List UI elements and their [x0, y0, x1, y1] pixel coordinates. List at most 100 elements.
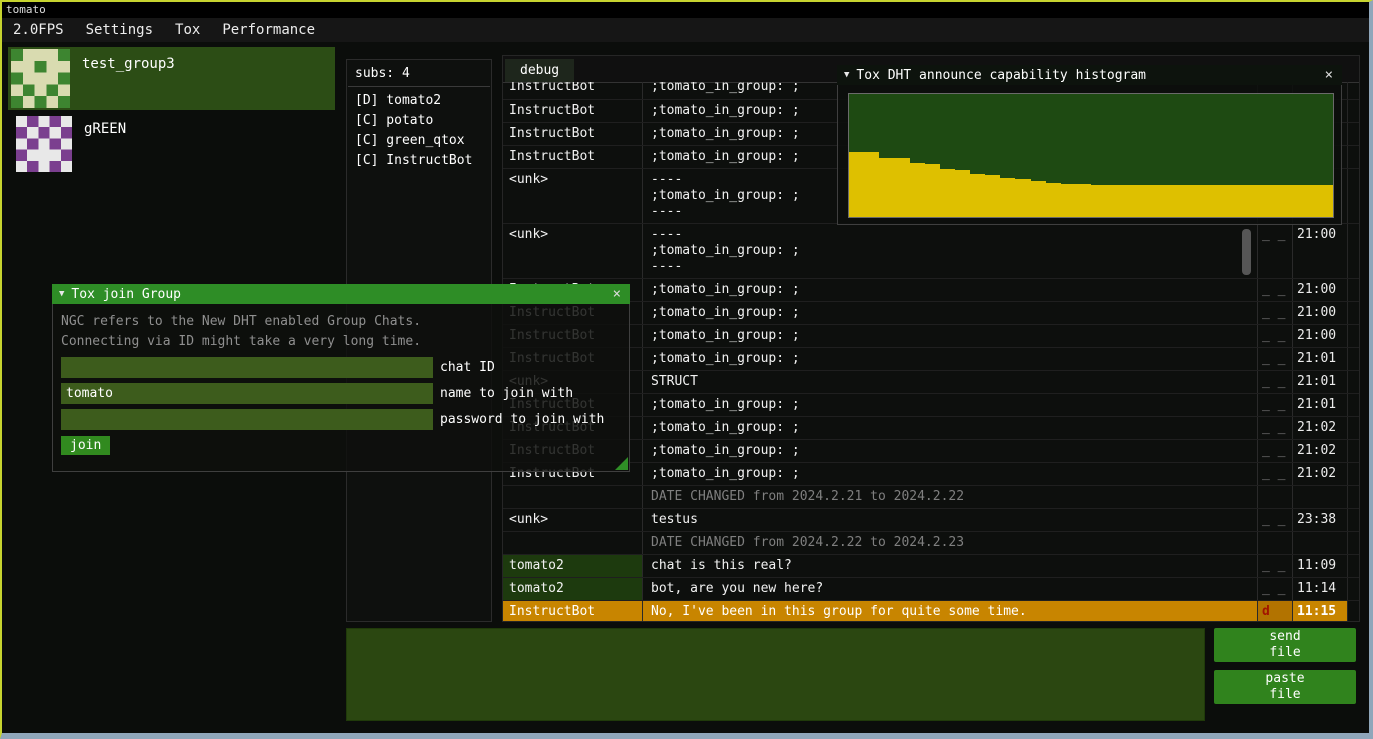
- separator: [348, 86, 490, 87]
- collapse-arrow-icon[interactable]: ▼: [844, 70, 849, 80]
- member-item[interactable]: [C] green_qtox: [347, 131, 491, 151]
- system-message-row[interactable]: DATE CHANGED from 2024.2.22 to 2024.2.23: [503, 532, 1359, 555]
- message-row[interactable]: InstructBotNo, I've been in this group f…: [503, 601, 1359, 621]
- contact-item-green[interactable]: gREEN: [8, 112, 335, 175]
- fps-counter: 2.0FPS: [2, 19, 75, 41]
- message-row[interactable]: InstructBot;tomato_in_group: ;_ _21:02: [503, 463, 1359, 486]
- row-padding: [1347, 532, 1359, 554]
- histogram-bar: [1197, 185, 1212, 217]
- histogram-bar: [1061, 184, 1076, 217]
- resize-grip[interactable]: [615, 457, 628, 470]
- close-icon[interactable]: ×: [611, 286, 623, 302]
- row-padding: [1347, 224, 1359, 278]
- join-group-description: NGC refers to the New DHT enabled Group …: [61, 312, 629, 352]
- message-sender: InstructBot: [503, 123, 643, 145]
- histogram-bar: [1242, 185, 1257, 217]
- histogram-plot: [848, 93, 1334, 218]
- member-item[interactable]: [C] potato: [347, 111, 491, 131]
- member-list: [D] tomato2[C] potato[C] green_qtox[C] I…: [347, 91, 491, 171]
- row-padding: [1347, 463, 1359, 485]
- message-timestamp: 21:01: [1292, 394, 1347, 416]
- message-timestamp: [1292, 532, 1347, 554]
- member-item[interactable]: [C] InstructBot: [347, 151, 491, 171]
- system-message-text: DATE CHANGED from 2024.2.22 to 2024.2.23: [643, 532, 1257, 554]
- message-row[interactable]: InstructBot;tomato_in_group: ;_ _21:00: [503, 302, 1359, 325]
- join-group-window: ▼ Tox join Group × NGC refers to the New…: [52, 284, 630, 472]
- delivery-indicator: _ _: [1257, 325, 1292, 347]
- message-row[interactable]: InstructBot;tomato_in_group: ;_ _21:02: [503, 440, 1359, 463]
- row-padding: [1347, 123, 1359, 145]
- message-timestamp: 21:02: [1292, 417, 1347, 439]
- dht-histogram-window-titlebar[interactable]: ▼ Tox DHT announce capability histogram …: [837, 65, 1342, 85]
- close-icon[interactable]: ×: [1323, 67, 1335, 83]
- collapse-arrow-icon[interactable]: ▼: [59, 289, 64, 299]
- message-row[interactable]: <unk>testus_ _23:38: [503, 509, 1359, 532]
- tab-debug[interactable]: debug: [505, 59, 574, 82]
- message-row[interactable]: InstructBot;tomato_in_group: ;_ _21:01: [503, 394, 1359, 417]
- histogram-bar: [1076, 184, 1091, 217]
- row-padding: [1347, 509, 1359, 531]
- histogram-bar: [1182, 185, 1197, 217]
- delivery-indicator: _ _: [1257, 224, 1292, 278]
- message-row[interactable]: InstructBot;tomato_in_group: ;_ _21:00: [503, 325, 1359, 348]
- menu-settings[interactable]: Settings: [75, 19, 164, 41]
- row-padding: [1347, 486, 1359, 508]
- message-row[interactable]: InstructBot;tomato_in_group: ;_ _21:01: [503, 348, 1359, 371]
- row-padding: [1347, 578, 1359, 600]
- histogram-bar: [1318, 185, 1333, 217]
- member-item[interactable]: [D] tomato2: [347, 91, 491, 111]
- delivery-indicator: _ _: [1257, 440, 1292, 462]
- message-text: testus: [643, 509, 1257, 531]
- join-button[interactable]: join: [61, 436, 110, 455]
- message-timestamp: 11:09: [1292, 555, 1347, 577]
- histogram-bar: [940, 169, 955, 217]
- message-sender: InstructBot: [503, 100, 643, 122]
- histogram-bar: [955, 170, 970, 217]
- join-password-label: password to join with: [440, 412, 604, 427]
- join-group-window-titlebar[interactable]: ▼ Tox join Group ×: [52, 284, 630, 304]
- group-avatar: [11, 49, 70, 108]
- dht-histogram-window-title: Tox DHT announce capability histogram: [856, 68, 1146, 83]
- delivery-indicator: _ _: [1257, 394, 1292, 416]
- chat-scrollbar[interactable]: [1242, 229, 1251, 275]
- message-sender: [503, 532, 643, 554]
- contact-name: test_group3: [82, 56, 175, 72]
- row-padding: [1347, 440, 1359, 462]
- message-sender: <unk>: [503, 224, 643, 278]
- row-padding: [1347, 601, 1359, 621]
- message-row[interactable]: tomato2bot, are you new here?_ _11:14: [503, 578, 1359, 601]
- join-name-label: name to join with: [440, 386, 573, 401]
- chat-id-input[interactable]: [61, 357, 433, 378]
- message-sender: <unk>: [503, 169, 643, 223]
- row-padding: [1347, 371, 1359, 393]
- message-row[interactable]: <unk>---- ;tomato_in_group: ; ----_ _21:…: [503, 224, 1359, 279]
- histogram-bar: [1091, 185, 1106, 217]
- chat-id-label: chat ID: [440, 360, 495, 375]
- message-timestamp: 21:00: [1292, 224, 1347, 278]
- histogram-bar: [1031, 181, 1046, 217]
- menu-tox[interactable]: Tox: [164, 19, 211, 41]
- system-message-text: DATE CHANGED from 2024.2.21 to 2024.2.22: [643, 486, 1257, 508]
- system-message-row[interactable]: DATE CHANGED from 2024.2.21 to 2024.2.22: [503, 486, 1359, 509]
- menu-performance[interactable]: Performance: [211, 19, 326, 41]
- delivery-indicator: _ _: [1257, 578, 1292, 600]
- histogram-bar: [864, 152, 879, 217]
- menu-bar: 2.0FPS Settings Tox Performance: [2, 18, 1369, 42]
- histogram-bar: [849, 152, 864, 217]
- histogram-bar: [1273, 185, 1288, 217]
- histogram-bar: [970, 174, 985, 217]
- message-text: ;tomato_in_group: ;: [643, 348, 1257, 370]
- paste-file-button[interactable]: paste file: [1214, 670, 1356, 704]
- contact-item-test_group3[interactable]: test_group3: [8, 47, 335, 110]
- join-password-input[interactable]: [61, 409, 433, 430]
- window-title-bar: tomato: [2, 2, 1369, 18]
- send-file-button[interactable]: send file: [1214, 628, 1356, 662]
- message-input[interactable]: [346, 628, 1205, 721]
- message-row[interactable]: tomato2chat is this real?_ _11:09: [503, 555, 1359, 578]
- join-group-window-body: NGC refers to the New DHT enabled Group …: [52, 304, 630, 472]
- message-row[interactable]: InstructBot;tomato_in_group: ;_ _21:00: [503, 279, 1359, 302]
- join-name-input[interactable]: [61, 383, 433, 404]
- dht-histogram-window: ▼ Tox DHT announce capability histogram …: [837, 65, 1342, 225]
- message-row[interactable]: InstructBot;tomato_in_group: ;_ _21:02: [503, 417, 1359, 440]
- message-row[interactable]: <unk>STRUCT_ _21:01: [503, 371, 1359, 394]
